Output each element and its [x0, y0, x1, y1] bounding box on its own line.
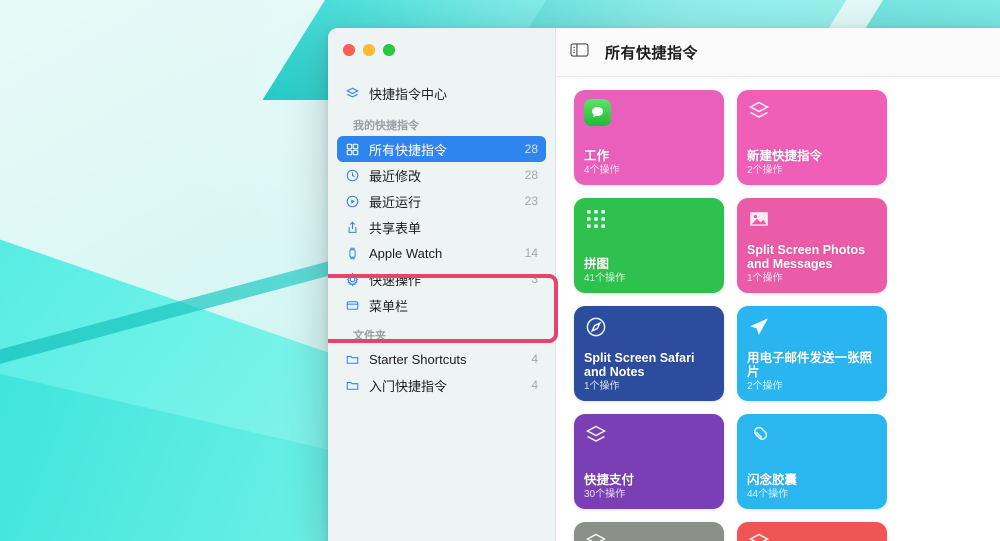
card-title: 拼图: [584, 257, 610, 272]
sidebar-item-shortcuts-center[interactable]: 快捷指令中心: [337, 80, 546, 106]
card-text: 工作 4个操作: [584, 149, 714, 177]
card-title: 闪念胶囊: [747, 473, 798, 488]
sidebar-item-label: 入门快捷指令: [369, 378, 448, 394]
window-traffic-lights: [328, 28, 555, 72]
sidebar-section-header-folders: 文件夹: [353, 330, 386, 342]
sidebar-item-label: 最近修改: [369, 168, 422, 184]
shortcut-card[interactable]: 闪念胶囊 44个操作: [737, 414, 887, 509]
sidebar-item-share-sheet[interactable]: 共享表单: [337, 214, 546, 240]
sidebar-item-count: 28: [524, 168, 538, 182]
sidebar-item-label: 快捷指令中心: [369, 86, 448, 102]
folder-icon: [344, 377, 360, 393]
card-text: Split Screen Photos and Messages 1个操作: [747, 243, 877, 285]
card-subtitle: 2个操作: [747, 165, 783, 177]
sidebar-item-label: 共享表单: [369, 220, 422, 236]
sidebar-section-header-my-shortcuts: 我的快捷指令: [353, 120, 419, 132]
sidebar-item-menu-bar[interactable]: 菜单栏: [337, 292, 546, 318]
close-button[interactable]: [343, 44, 355, 56]
play-circle-icon: [344, 193, 360, 209]
sidebar-item-recently-run[interactable]: 最近运行 23: [337, 188, 546, 214]
content-area: 所有快捷指令 工作 4个操作 新建快捷指令 2个操作 拼图 41个操作 Spli…: [556, 28, 1000, 541]
sidebar-item-count: 23: [524, 194, 538, 208]
stacked-layers-icon: [584, 423, 610, 449]
card-text: 用电子邮件发送一张照片 2个操作: [747, 351, 877, 393]
card-subtitle: 30个操作: [584, 489, 626, 501]
card-title: Split Screen Photos and Messages: [747, 242, 866, 272]
content-header: 所有快捷指令: [556, 28, 1000, 77]
sidebar-item-intro-shortcuts[interactable]: 入门快捷指令 4: [337, 372, 546, 398]
card-text: Split Screen Safari and Notes 1个操作: [584, 351, 714, 393]
shortcuts-grid: 工作 4个操作 新建快捷指令 2个操作 拼图 41个操作 Split Scree…: [556, 77, 1000, 541]
card-subtitle: 41个操作: [584, 273, 626, 285]
capsule-icon: [747, 423, 773, 449]
sidebar-item-quick-actions[interactable]: 快速操作 3: [337, 266, 546, 292]
gear-icon: [344, 271, 360, 287]
card-subtitle: 44个操作: [747, 489, 789, 501]
card-title: 新建快捷指令: [747, 149, 823, 164]
sidebar-item-count: 3: [531, 272, 538, 286]
folder-icon: [344, 351, 360, 367]
minimize-button[interactable]: [363, 44, 375, 56]
shortcut-card[interactable]: 用电子邮件发送一张照片 2个操作: [737, 306, 887, 401]
sidebar-item-label: Starter Shortcuts: [369, 351, 467, 367]
dots-grid-icon: [584, 207, 610, 233]
photos-icon: [747, 207, 773, 233]
card-title: 快捷支付: [584, 473, 635, 488]
card-text: 闪念胶囊 44个操作: [747, 473, 877, 501]
stacked-layers-icon: [747, 531, 773, 541]
sidebar-item-label: 菜单栏: [369, 298, 409, 314]
sidebar-item-recently-modified[interactable]: 最近修改 28: [337, 162, 546, 188]
sidebar-item-starter-shortcuts[interactable]: Starter Shortcuts 4: [337, 346, 546, 372]
card-subtitle: 4个操作: [584, 165, 620, 177]
stacked-layers-icon: [747, 99, 773, 125]
stacked-layers-icon: [584, 531, 610, 541]
card-text: 新建快捷指令 2个操作: [747, 149, 877, 177]
card-title: 工作: [584, 149, 610, 164]
menubar-icon: [344, 297, 360, 313]
shortcut-card[interactable]: 拼图 41个操作: [574, 198, 724, 293]
sidebar-item-count: 4: [531, 352, 538, 366]
shortcut-card[interactable]: Split Screen Safari and Notes 1个操作: [574, 306, 724, 401]
card-text: 拼图 41个操作: [584, 257, 714, 285]
sidebar: 快捷指令中心 我的快捷指令 所有快捷指令 28 最近修改 28 最近运行 23 …: [328, 28, 558, 541]
sidebar-list: 快捷指令中心 我的快捷指令 所有快捷指令 28 最近修改 28 最近运行 23 …: [328, 72, 555, 398]
sidebar-item-count: 28: [524, 142, 538, 156]
shortcut-card[interactable]: 新建快捷指令 2个操作: [737, 90, 887, 185]
sidebar-item-label: 所有快捷指令: [369, 142, 448, 158]
card-title: Split Screen Safari and Notes: [584, 350, 695, 380]
share-icon: [344, 219, 360, 235]
sidebar-item-count: 4: [531, 378, 538, 392]
desktop-wallpaper: 快捷指令中心 我的快捷指令 所有快捷指令 28 最近修改 28 最近运行 23 …: [0, 0, 1000, 541]
card-text: 快捷支付 30个操作: [584, 473, 714, 501]
page-title: 所有快捷指令: [605, 44, 699, 62]
clock-icon: [344, 167, 360, 183]
sidebar-toggle-icon[interactable]: [570, 42, 589, 63]
grid-squares-icon: [344, 141, 360, 157]
sidebar-item-all-shortcuts[interactable]: 所有快捷指令 28: [337, 136, 546, 162]
watch-icon: [344, 245, 360, 261]
shortcuts-app-window: 快捷指令中心 我的快捷指令 所有快捷指令 28 最近修改 28 最近运行 23 …: [328, 28, 1000, 541]
paper-plane-icon: [747, 315, 773, 341]
stacked-layers-icon: [344, 85, 360, 101]
messages-app-icon: [584, 99, 611, 126]
sidebar-item-label: Apple Watch: [369, 245, 443, 261]
card-subtitle: 1个操作: [747, 273, 783, 285]
shortcut-card[interactable]: 工作 4个操作: [574, 90, 724, 185]
sidebar-item-label: 最近运行: [369, 194, 422, 210]
shortcut-card[interactable]: 订单 查看你 Apple Store 订单的状态。: [737, 522, 887, 541]
shortcut-card[interactable]: 快捷支付 30个操作: [574, 414, 724, 509]
card-subtitle: 2个操作: [747, 381, 783, 393]
maximize-button[interactable]: [383, 44, 395, 56]
card-title: 用电子邮件发送一张照片: [747, 350, 873, 380]
shortcut-card[interactable]: 新快捷指令 1个操作: [574, 522, 724, 541]
sidebar-item-apple-watch[interactable]: Apple Watch 14: [337, 240, 546, 266]
card-subtitle: 1个操作: [584, 381, 620, 393]
sidebar-item-count: 14: [524, 246, 538, 260]
shortcut-card[interactable]: Split Screen Photos and Messages 1个操作: [737, 198, 887, 293]
safari-icon: [584, 315, 610, 341]
sidebar-item-label: 快速操作: [369, 272, 422, 288]
